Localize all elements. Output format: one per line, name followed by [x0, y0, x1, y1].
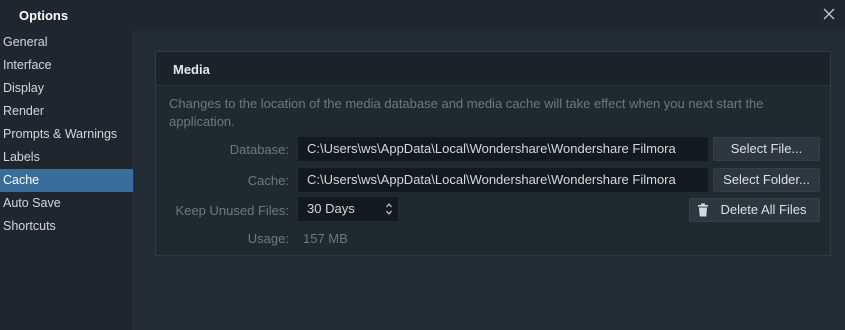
- sidebar-item-labels[interactable]: Labels: [0, 146, 133, 169]
- delete-all-files-label: Delete All Files: [720, 202, 807, 217]
- sidebar-item-auto-save[interactable]: Auto Save: [0, 192, 133, 215]
- cache-path-field[interactable]: C:\Users\ws\AppData\Local\Wondershare\Wo…: [298, 168, 708, 192]
- usage-value: 157 MB: [303, 231, 348, 246]
- keep-unused-value: 30 Days: [307, 201, 355, 216]
- cache-label: Cache:: [247, 173, 289, 188]
- window-title: Options: [19, 8, 69, 23]
- keep-unused-label: Keep Unused Files:: [175, 203, 289, 218]
- media-panel-header: Media: [156, 52, 830, 86]
- content-area: Media Changes to the location of the med…: [135, 31, 845, 330]
- sidebar-item-prompts-warnings[interactable]: Prompts & Warnings: [0, 123, 133, 146]
- stepper-arrows-icon[interactable]: [385, 201, 393, 217]
- sidebar-item-shortcuts[interactable]: Shortcuts: [0, 215, 133, 238]
- keep-unused-stepper[interactable]: 30 Days: [298, 197, 398, 221]
- usage-label: Usage:: [247, 231, 289, 246]
- select-folder-button[interactable]: Select Folder...: [713, 168, 820, 192]
- trash-icon: [698, 203, 708, 217]
- select-file-button[interactable]: Select File...: [713, 137, 820, 161]
- sidebar-item-render[interactable]: Render: [0, 100, 133, 123]
- sidebar-item-general[interactable]: General: [0, 31, 133, 54]
- close-icon[interactable]: [821, 6, 837, 22]
- options-sidebar: General Interface Display Render Prompts…: [0, 31, 134, 330]
- sidebar-item-display[interactable]: Display: [0, 77, 133, 100]
- database-label: Database:: [229, 142, 289, 157]
- delete-all-files-button[interactable]: Delete All Files: [689, 198, 820, 222]
- database-path-field[interactable]: C:\Users\ws\AppData\Local\Wondershare\Wo…: [298, 137, 708, 161]
- media-panel: Media Changes to the location of the med…: [155, 51, 831, 256]
- title-bar: Options: [0, 0, 845, 31]
- sidebar-item-cache[interactable]: Cache: [0, 169, 133, 192]
- sidebar-item-interface[interactable]: Interface: [0, 54, 133, 77]
- restart-note: Changes to the location of the media dat…: [169, 96, 764, 129]
